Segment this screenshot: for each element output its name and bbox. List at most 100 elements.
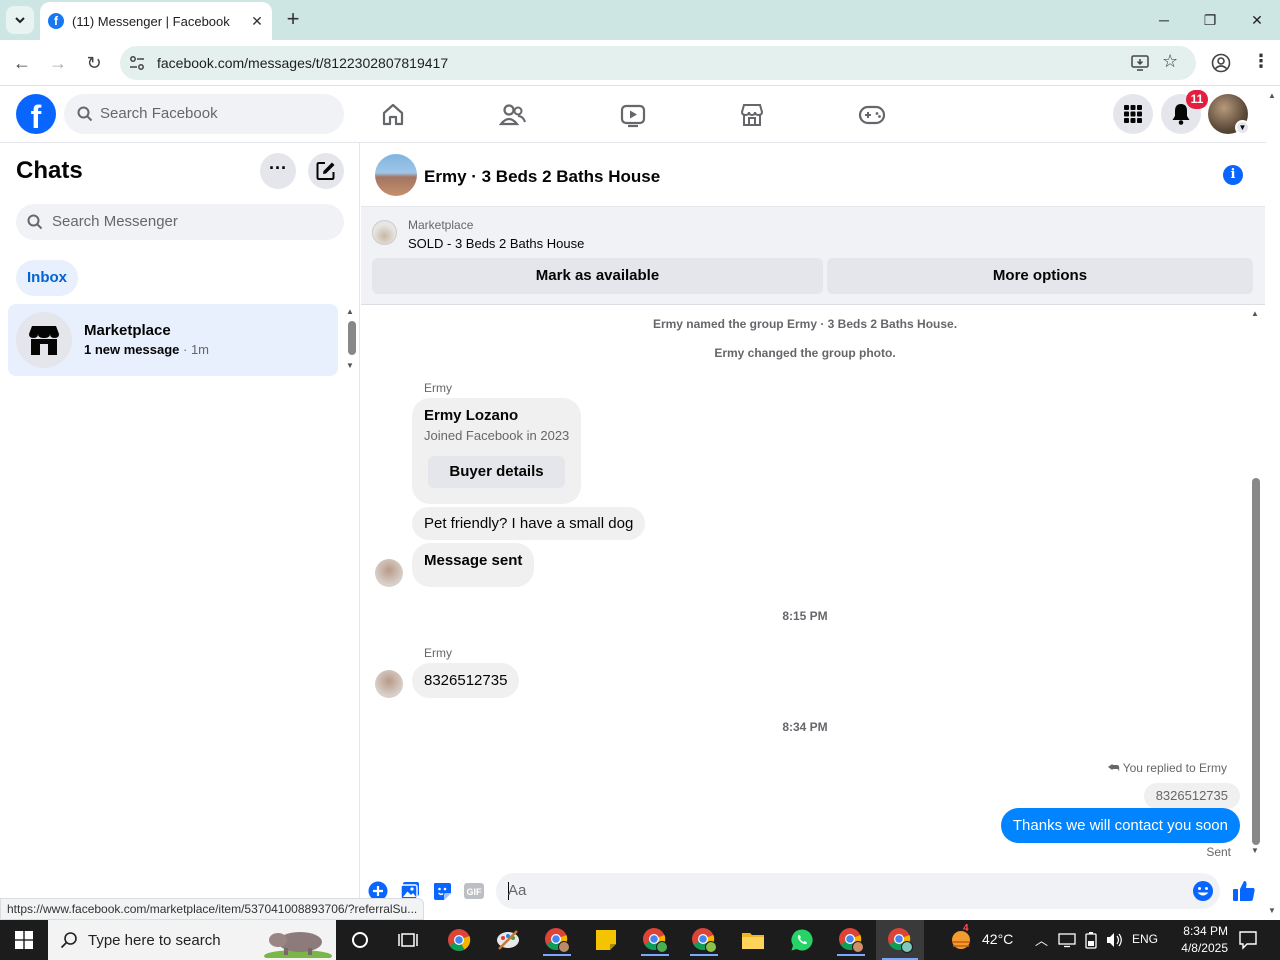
message-bubble[interactable]: Pet friendly? I have a small dog [412, 507, 646, 540]
site-settings-icon[interactable] [129, 55, 145, 71]
active-chrome-taskbar-button[interactable] [876, 920, 924, 960]
gif-icon[interactable]: GIF [463, 880, 485, 902]
chrome-profile-icon[interactable] [833, 924, 869, 956]
tab-close-icon[interactable]: ✕ [247, 11, 267, 31]
chat-name: Marketplace [84, 322, 171, 339]
sender-avatar[interactable] [375, 670, 403, 698]
message-composer: GIF Aa [361, 866, 1265, 920]
sticky-notes-icon[interactable] [588, 924, 624, 956]
facebook-search-input[interactable]: Search Facebook [64, 94, 344, 134]
minimize-icon[interactable]: ─ [1144, 6, 1184, 34]
browser-tab-strip: f (11) Messenger | Facebook ✕ + ─ ❐ ✕ [0, 0, 1280, 40]
battery-icon[interactable] [1084, 931, 1098, 954]
time-separator: 8:15 PM [782, 609, 828, 623]
chrome-icon[interactable] [441, 924, 477, 956]
chat-list-item-marketplace[interactable]: Marketplace 1 new message · 1m [8, 304, 338, 376]
window-close-icon[interactable]: ✕ [1237, 6, 1277, 34]
marketplace-icon[interactable] [735, 98, 769, 132]
inbox-filter-tab[interactable]: Inbox [16, 260, 78, 296]
conversation-header: Ermy · 3 Beds 2 Baths House i [361, 143, 1265, 207]
browser-menu-icon[interactable]: ⋮ [1252, 51, 1270, 72]
page-scroll-down-icon[interactable]: ▼ [1268, 906, 1276, 915]
listing-title[interactable]: SOLD - 3 Beds 2 Baths House [408, 236, 584, 251]
listing-source-label: Marketplace [408, 218, 474, 232]
forward-icon[interactable]: → [45, 50, 71, 76]
paint-app-icon[interactable] [490, 924, 526, 956]
task-view-icon[interactable] [390, 924, 426, 956]
conversation-title[interactable]: Ermy · 3 Beds 2 Baths House [424, 167, 660, 187]
file-explorer-icon[interactable] [735, 924, 771, 956]
whatsapp-icon[interactable] [784, 924, 820, 956]
quoted-message[interactable]: 8326512735 [1143, 783, 1240, 809]
message-input[interactable]: Aa [496, 873, 1220, 909]
taskbar-clock[interactable]: 8:34 PM 4/8/2025 [1168, 923, 1228, 957]
sender-name: Ermy [424, 381, 452, 395]
facebook-search-placeholder: Search Facebook [100, 105, 218, 122]
chrome-profile-icon[interactable] [686, 924, 722, 956]
more-options-button[interactable]: More options [827, 258, 1253, 294]
sender-avatar[interactable] [375, 559, 403, 587]
svg-text:GIF: GIF [467, 887, 483, 897]
new-message-icon[interactable] [308, 153, 344, 189]
sidebar-scrollbar[interactable] [348, 321, 356, 355]
windows-start-icon[interactable] [0, 920, 48, 960]
reload-icon[interactable]: ↻ [81, 50, 107, 76]
messenger-search-input[interactable]: Search Messenger [16, 204, 344, 240]
chrome-profile-icon[interactable] [539, 924, 575, 956]
notification-center-icon[interactable] [1238, 930, 1258, 955]
group-photo-avatar[interactable] [375, 154, 417, 196]
show-hidden-icons-chevron-icon[interactable]: ︿ [1035, 930, 1048, 949]
taskbar-search-placeholder: Type here to search [88, 932, 221, 949]
volume-icon[interactable] [1105, 931, 1123, 954]
cortana-icon[interactable] [342, 924, 378, 956]
conversation-info-icon[interactable]: i [1223, 165, 1243, 185]
message-bubble[interactable]: Message sent [412, 543, 535, 587]
buyer-details-button[interactable]: Buyer details [428, 456, 565, 488]
notification-count-badge: 11 [1186, 90, 1208, 109]
scroll-up-arrow-icon[interactable]: ▲ [346, 307, 354, 316]
chrome-profile-icon [887, 927, 913, 958]
tab-search-button[interactable] [6, 6, 34, 34]
home-icon[interactable] [376, 98, 410, 132]
menu-grid-icon[interactable] [1113, 94, 1153, 134]
weather-icon[interactable]: 4 [950, 923, 974, 951]
sticker-icon[interactable] [431, 880, 453, 902]
gaming-icon[interactable] [855, 98, 889, 132]
back-icon[interactable]: ← [9, 50, 35, 76]
mark-as-available-button[interactable]: Mark as available [372, 258, 823, 294]
facebook-favicon-icon: f [48, 13, 64, 29]
install-app-icon[interactable] [1131, 54, 1149, 72]
buyer-info-card: Ermy Lozano Joined Facebook in 2023 Buye… [412, 398, 581, 504]
taskbar-search-box[interactable]: Type here to search [48, 920, 336, 960]
chrome-profile-icon[interactable] [637, 924, 673, 956]
chats-options-icon[interactable]: ··· [260, 153, 296, 189]
video-icon[interactable] [616, 98, 650, 132]
clock-time: 8:34 PM [1183, 924, 1228, 938]
restore-icon[interactable]: ❐ [1190, 6, 1230, 34]
profile-icon[interactable] [1211, 53, 1231, 73]
like-thumbs-up-icon[interactable] [1231, 878, 1257, 904]
clock-date: 4/8/2025 [1181, 941, 1228, 955]
thread-scroll-down-icon[interactable]: ▼ [1251, 846, 1259, 855]
thread-scrollbar[interactable] [1252, 478, 1260, 845]
page-scroll-up-icon[interactable]: ▲ [1268, 91, 1276, 100]
listing-thumbnail[interactable] [372, 220, 397, 245]
buyer-joined-text: Joined Facebook in 2023 [424, 428, 570, 443]
message-bubble[interactable]: 8326512735 [412, 663, 520, 698]
running-indicator [837, 954, 865, 956]
network-icon[interactable] [1058, 932, 1076, 953]
input-language[interactable]: ENG [1132, 932, 1158, 946]
facebook-logo-icon[interactable]: f [16, 94, 56, 135]
search-icon [77, 106, 93, 122]
emoji-icon[interactable] [1192, 880, 1214, 907]
scroll-down-arrow-icon[interactable]: ▼ [346, 361, 354, 370]
tab-title: (11) Messenger | Facebook [72, 14, 230, 29]
sent-message-bubble[interactable]: Thanks we will contact you soon [1000, 808, 1240, 843]
new-tab-button[interactable]: + [281, 8, 305, 32]
friends-icon[interactable] [496, 98, 530, 132]
account-chevron-icon[interactable]: ▼ [1235, 120, 1250, 135]
thread-scroll-up-icon[interactable]: ▲ [1251, 309, 1259, 318]
address-bar[interactable]: facebook.com/messages/t/8122302807819417… [120, 46, 1196, 80]
bookmark-star-icon[interactable]: ☆ [1162, 51, 1178, 72]
browser-tab[interactable]: f (11) Messenger | Facebook ✕ [40, 2, 272, 40]
